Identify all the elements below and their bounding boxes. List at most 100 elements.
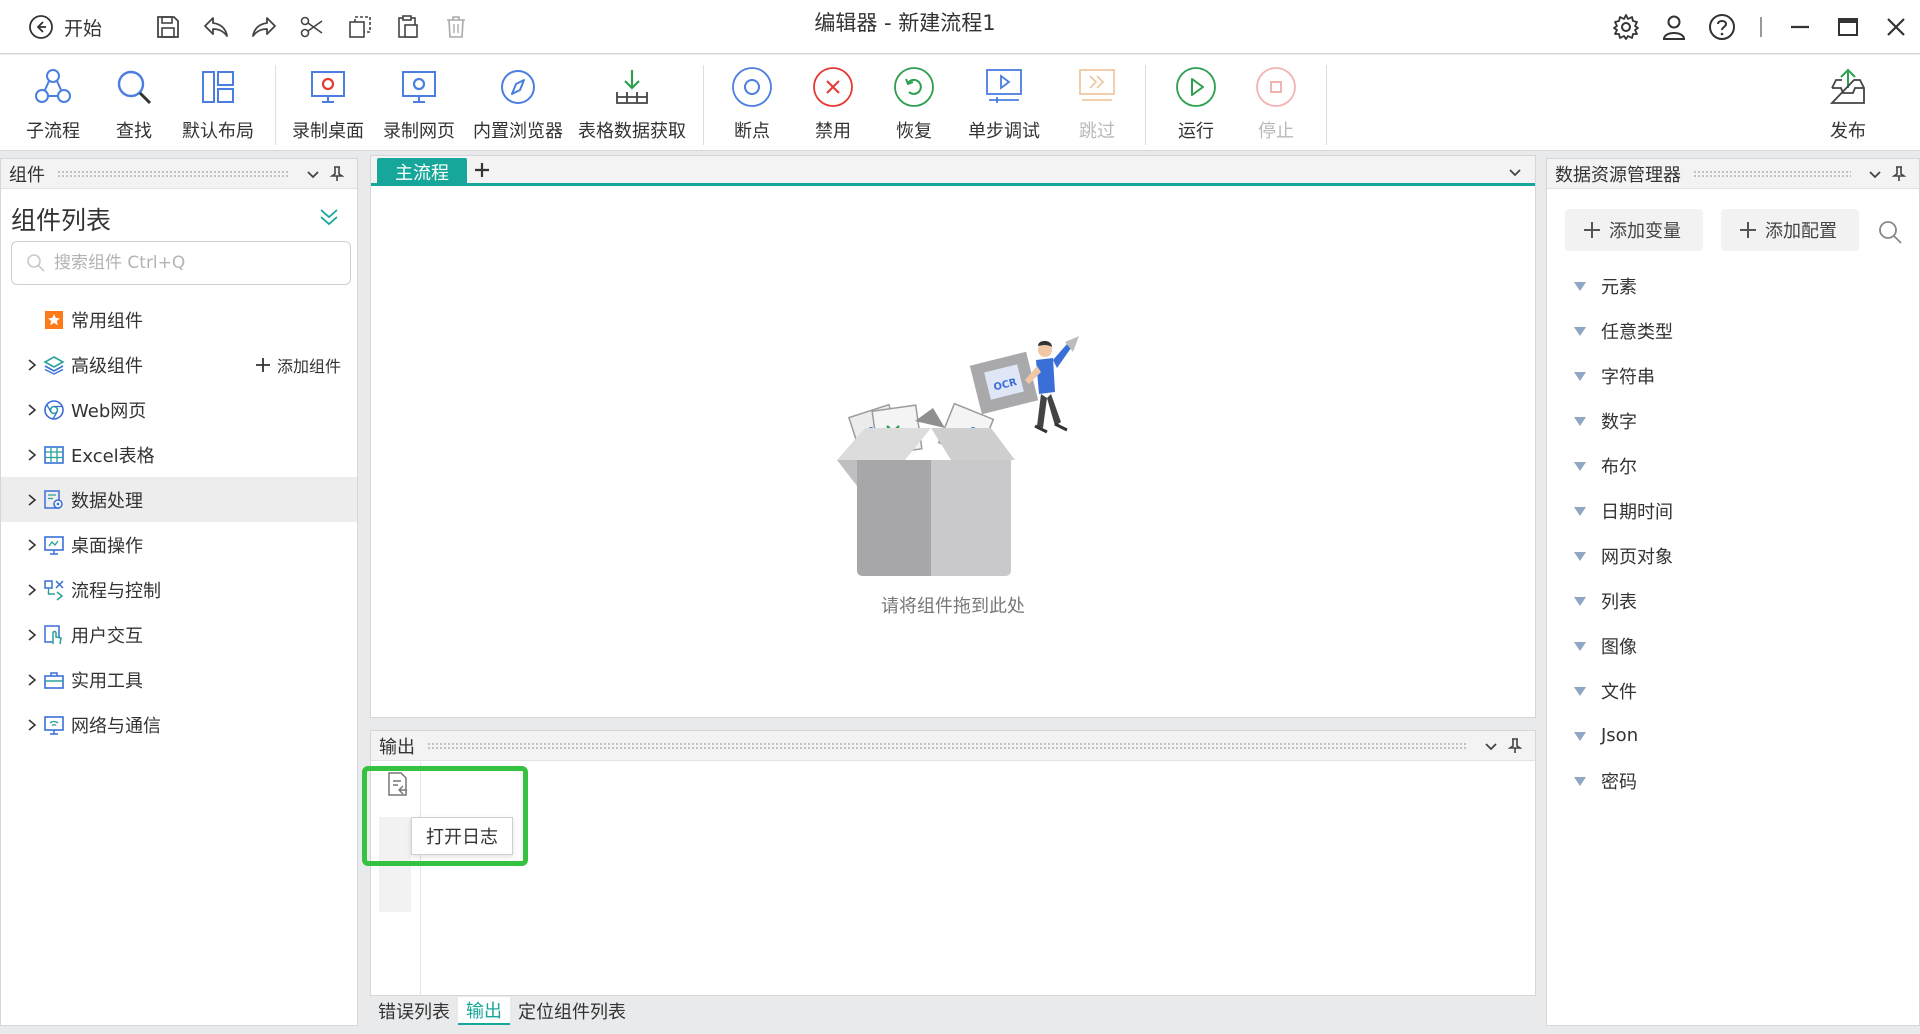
default-layout-button[interactable]: 默认布局	[182, 65, 254, 147]
drag-handle[interactable]	[427, 741, 1467, 750]
panel-pin-button[interactable]	[1887, 162, 1911, 186]
add-tab-button[interactable]	[467, 156, 497, 184]
variable-type-json[interactable]: Json	[1573, 713, 1673, 758]
chevron-right-icon[interactable]	[25, 403, 39, 417]
cut-button[interactable]	[292, 10, 332, 44]
panel-menu-button[interactable]	[1479, 734, 1503, 758]
start-button[interactable]: 开始	[28, 12, 102, 42]
settings-button[interactable]	[1602, 8, 1650, 46]
maximize-button[interactable]	[1824, 8, 1872, 46]
variable-type-boolean[interactable]: 布尔	[1573, 443, 1673, 488]
tree-item-label: Web网页	[71, 400, 147, 422]
publish-button[interactable]: 发布	[1826, 65, 1870, 147]
open-log-button[interactable]	[383, 770, 411, 798]
close-button[interactable]	[1872, 8, 1920, 46]
chevron-right-icon[interactable]	[25, 583, 39, 597]
component-search-input[interactable]	[54, 253, 334, 273]
account-button[interactable]	[1650, 8, 1698, 46]
variable-search-button[interactable]	[1875, 217, 1905, 247]
tree-item-network[interactable]: 网络与通信	[1, 702, 357, 747]
undo-button[interactable]	[196, 10, 236, 44]
chevron-right-icon[interactable]	[25, 493, 39, 507]
builtin-browser-button[interactable]: 内置浏览器	[473, 65, 563, 147]
tree-item-user-interaction[interactable]: 用户交互	[1, 612, 357, 657]
restore-button[interactable]: 恢复	[892, 65, 936, 147]
triangle-down-icon[interactable]	[1573, 684, 1587, 698]
add-variable-button[interactable]: 添加变量	[1565, 209, 1703, 251]
tab-output[interactable]: 输出	[458, 997, 510, 1025]
triangle-down-icon[interactable]	[1573, 504, 1587, 518]
help-button[interactable]	[1698, 8, 1746, 46]
collapse-all-button[interactable]	[315, 203, 343, 231]
record-web-button[interactable]: 录制网页	[383, 65, 455, 147]
drag-handle[interactable]	[57, 169, 289, 178]
chevron-right-icon[interactable]	[25, 673, 39, 687]
tab-menu-button[interactable]	[1503, 160, 1527, 184]
variable-type-web-object[interactable]: 网页对象	[1573, 533, 1673, 578]
record-desktop-button[interactable]: 录制桌面	[292, 65, 364, 147]
copy-button[interactable]	[340, 10, 380, 44]
triangle-down-icon[interactable]	[1573, 594, 1587, 608]
delete-button[interactable]	[436, 10, 476, 44]
table-fetch-button[interactable]: 表格数据获取	[578, 65, 686, 147]
triangle-down-icon[interactable]	[1573, 459, 1587, 473]
stop-button[interactable]: 停止	[1254, 65, 1298, 147]
triangle-down-icon[interactable]	[1573, 729, 1587, 743]
triangle-down-icon[interactable]	[1573, 279, 1587, 293]
chevron-right-icon[interactable]	[25, 718, 39, 732]
add-component-button[interactable]: 添加组件	[255, 353, 341, 377]
paste-button[interactable]	[388, 10, 428, 44]
run-button[interactable]: 运行	[1174, 65, 1218, 147]
flow-canvas[interactable]: 主流程 OCR 请将组件拖到此处	[370, 155, 1536, 718]
find-button[interactable]: 查找	[112, 65, 156, 147]
triangle-down-icon[interactable]	[1573, 369, 1587, 383]
panel-menu-button[interactable]	[1863, 162, 1887, 186]
tree-item-excel[interactable]: Excel表格	[1, 432, 357, 477]
panel-pin-button[interactable]	[1503, 734, 1527, 758]
triangle-down-icon[interactable]	[1573, 324, 1587, 338]
tree-item-advanced[interactable]: 高级组件 添加组件	[1, 342, 357, 387]
triangle-down-icon[interactable]	[1573, 639, 1587, 653]
triangle-down-icon[interactable]	[1573, 774, 1587, 788]
triangle-down-icon[interactable]	[1573, 414, 1587, 428]
breakpoint-button[interactable]: 断点	[730, 65, 774, 147]
add-config-button[interactable]: 添加配置	[1721, 209, 1859, 251]
tree-item-common[interactable]: 常用组件	[1, 297, 357, 342]
tree-item-flow-control[interactable]: 流程与控制	[1, 567, 357, 612]
step-debug-button[interactable]: 单步调试	[968, 65, 1040, 147]
chevron-right-icon[interactable]	[25, 448, 39, 462]
chevron-right-icon[interactable]	[25, 628, 39, 642]
chevron-right-icon[interactable]	[25, 538, 39, 552]
variable-type-string[interactable]: 字符串	[1573, 353, 1673, 398]
tab-locate-components[interactable]: 定位组件列表	[510, 997, 634, 1025]
add-config-label: 添加配置	[1765, 221, 1837, 242]
tab-error-list[interactable]: 错误列表	[370, 997, 458, 1025]
flow-control-icon	[43, 579, 65, 601]
variable-type-datetime[interactable]: 日期时间	[1573, 488, 1673, 533]
save-button[interactable]	[148, 10, 188, 44]
tree-item-utilities[interactable]: 实用工具	[1, 657, 357, 702]
chevron-right-icon[interactable]	[25, 358, 39, 372]
panel-pin-button[interactable]	[325, 162, 349, 186]
tab-main-flow[interactable]: 主流程	[377, 158, 467, 186]
panel-menu-button[interactable]	[301, 162, 325, 186]
redo-button[interactable]	[244, 10, 284, 44]
variable-type-number[interactable]: 数字	[1573, 398, 1673, 443]
skip-button[interactable]: 跳过	[1075, 65, 1119, 147]
variable-type-image[interactable]: 图像	[1573, 623, 1673, 668]
minimize-button[interactable]	[1776, 8, 1824, 46]
triangle-down-icon[interactable]	[1573, 549, 1587, 563]
drag-handle[interactable]	[1693, 169, 1851, 178]
variable-type-list[interactable]: 列表	[1573, 578, 1673, 623]
component-search-box[interactable]	[11, 241, 351, 285]
subflow-button[interactable]: 子流程	[26, 65, 80, 147]
skip-label: 跳过	[1079, 121, 1115, 142]
variable-type-element[interactable]: 元素	[1573, 263, 1673, 308]
variable-type-any[interactable]: 任意类型	[1573, 308, 1673, 353]
variable-type-password[interactable]: 密码	[1573, 758, 1673, 803]
tree-item-web[interactable]: Web网页	[1, 387, 357, 432]
tree-item-desktop[interactable]: 桌面操作	[1, 522, 357, 567]
variable-type-file[interactable]: 文件	[1573, 668, 1673, 713]
disable-button[interactable]: 禁用	[811, 65, 855, 147]
tree-item-data-processing[interactable]: 数据处理	[1, 477, 357, 522]
